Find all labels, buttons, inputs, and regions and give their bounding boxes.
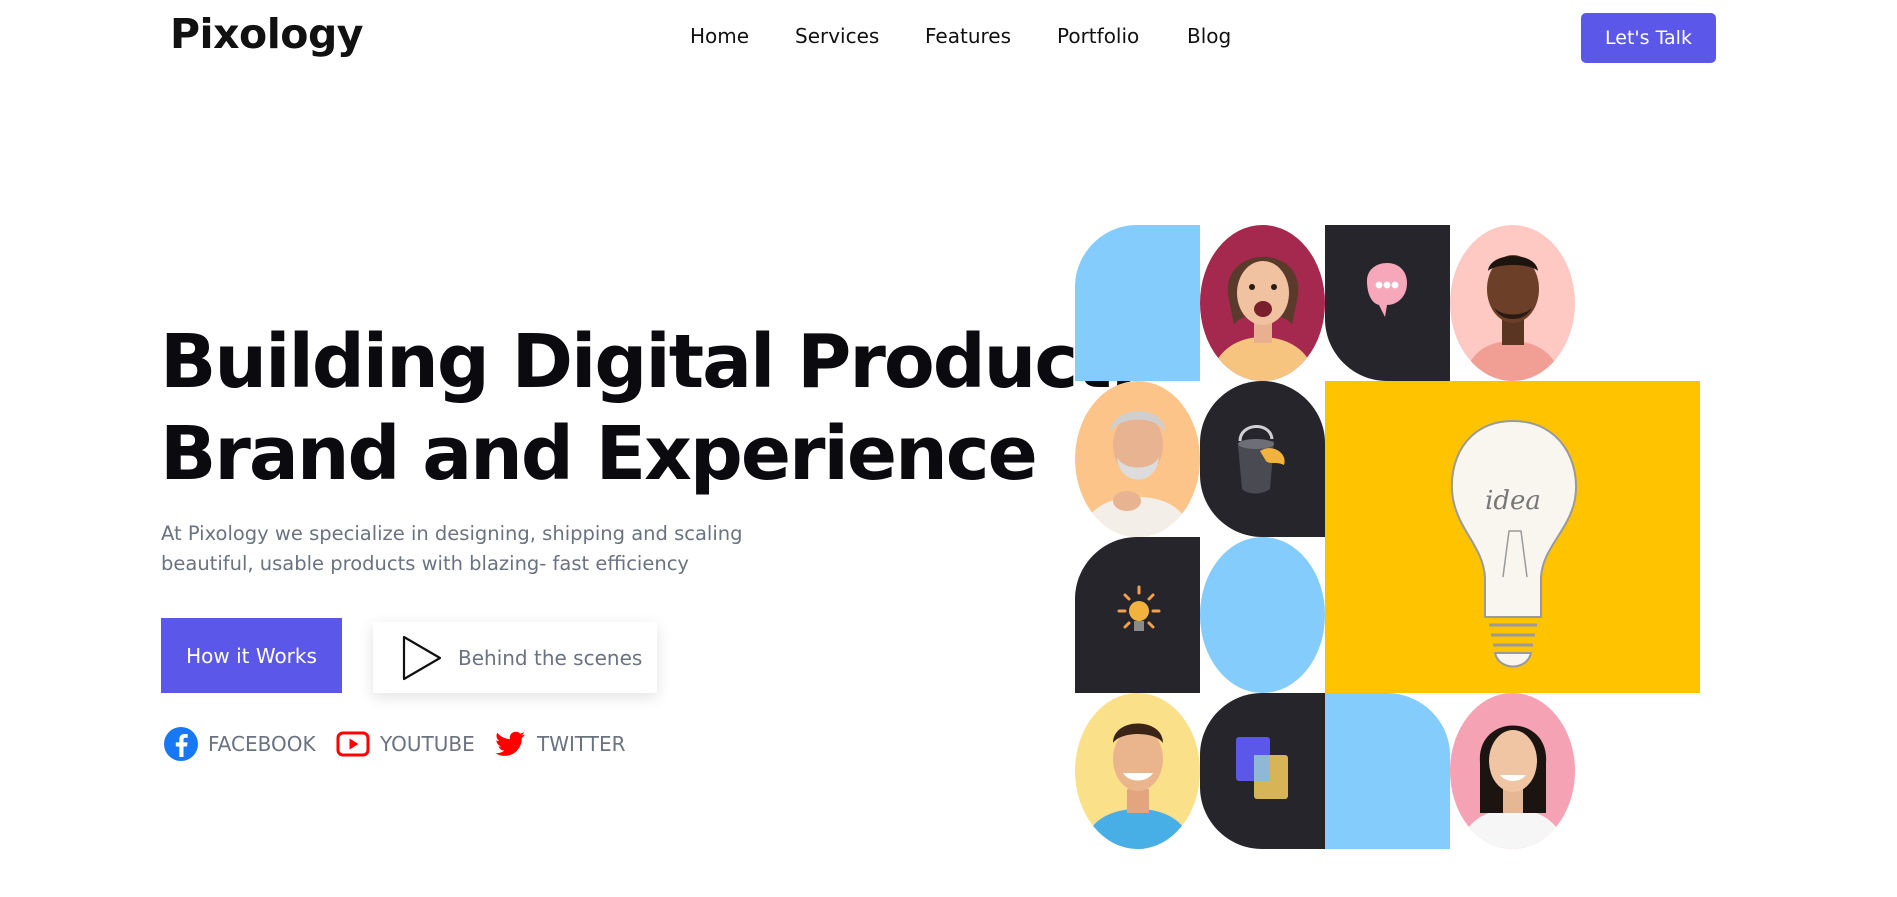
youtube-icon	[336, 731, 370, 757]
tile-blue-leaf-bottom	[1325, 693, 1450, 849]
tile-dark-chat	[1325, 225, 1450, 381]
hero-title-line-1: Building Digital Product,	[160, 319, 1138, 405]
youtube-label: YOUTUBE	[380, 732, 475, 756]
twitter-label: TWITTER	[537, 732, 626, 756]
nav-item-home[interactable]: Home	[690, 24, 749, 48]
hero-title-line-2: Brand and Experience	[160, 411, 1038, 497]
tile-dark-lightbulb	[1075, 537, 1200, 693]
tile-blue-oval	[1200, 537, 1325, 693]
brand-logo[interactable]: Pixology	[170, 10, 364, 58]
tile-yellow-idea-bulb: idea	[1325, 381, 1700, 693]
lets-talk-button[interactable]: Let's Talk	[1581, 13, 1716, 63]
bulb-idea-text: idea	[1485, 486, 1541, 516]
facebook-label: FACEBOOK	[208, 732, 316, 756]
social-link-facebook[interactable]: FACEBOOK	[163, 726, 316, 762]
nav-item-portfolio[interactable]: Portfolio	[1057, 24, 1139, 48]
twitter-icon	[495, 731, 525, 756]
hero-subtitle-line-2: beautiful, usable products with blazing-…	[161, 552, 689, 575]
nav-item-services[interactable]: Services	[795, 24, 879, 48]
hero-title: Building Digital Product, Brand and Expe…	[160, 316, 1138, 500]
social-link-youtube[interactable]: YOUTUBE	[335, 726, 475, 762]
avatar-woman	[1450, 693, 1575, 849]
tile-dark-layers	[1200, 693, 1325, 849]
tile-blue-leaf	[1075, 225, 1200, 381]
hero-subtitle-line-1: At Pixology we specialize in designing, …	[161, 522, 743, 545]
how-it-works-button[interactable]: How it Works	[161, 618, 342, 693]
avatar-excited-woman	[1200, 225, 1325, 381]
hero-subtitle: At Pixology we specialize in designing, …	[161, 519, 801, 579]
play-icon	[402, 635, 442, 680]
nav-item-blog[interactable]: Blog	[1187, 24, 1231, 48]
nav-item-features[interactable]: Features	[925, 24, 1011, 48]
facebook-icon	[164, 727, 198, 761]
avatar-man	[1450, 225, 1575, 381]
behind-the-scenes-button[interactable]: Behind the scenes	[373, 622, 657, 693]
behind-the-scenes-label: Behind the scenes	[458, 645, 643, 670]
social-link-twitter[interactable]: TWITTER	[492, 726, 626, 762]
tile-dark-paint-bucket	[1200, 381, 1325, 537]
avatar-older-man	[1075, 381, 1200, 537]
avatar-smiling-man	[1075, 693, 1200, 849]
